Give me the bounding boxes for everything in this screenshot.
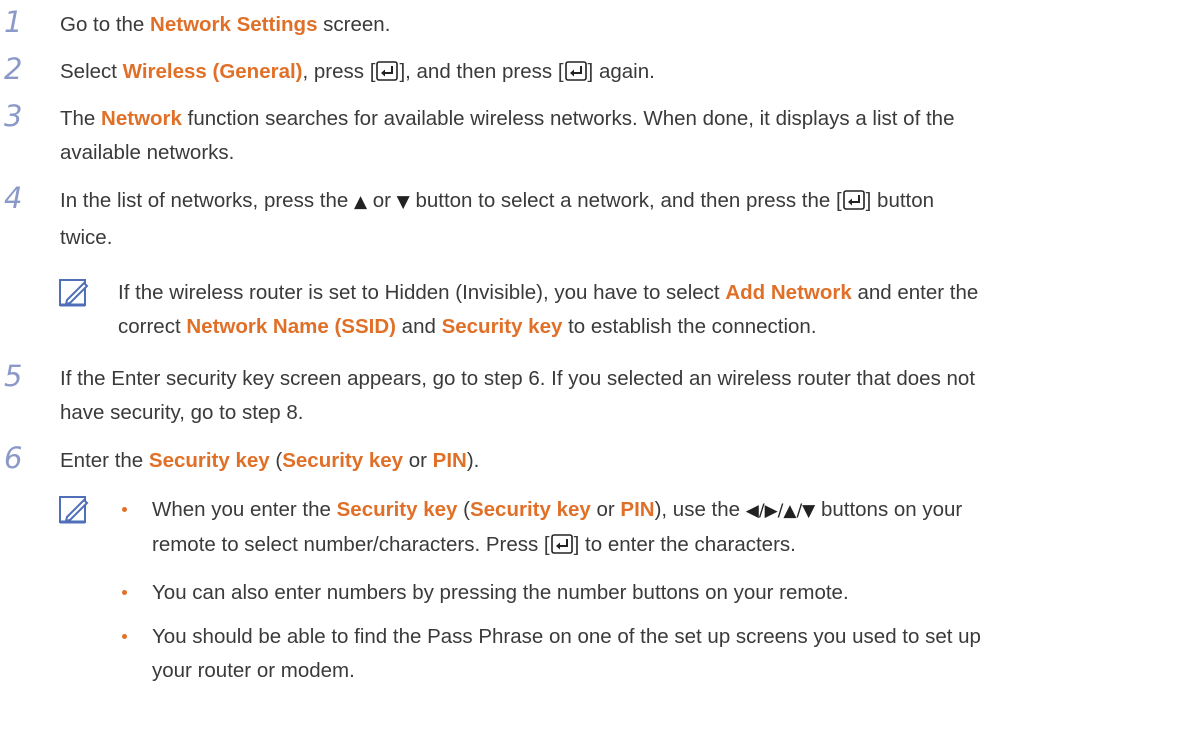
- bullet-text: You can also enter numbers by pressing t…: [152, 581, 849, 604]
- note-pencil-icon: [59, 495, 89, 536]
- step-text: Enter the Security key (Security key or …: [60, 449, 480, 472]
- step-number: 6: [4, 441, 23, 475]
- step-number: 4: [4, 181, 23, 215]
- step-text: If the Enter security key screen appears…: [60, 367, 976, 424]
- step-number: 3: [4, 99, 23, 133]
- step-number: 5: [4, 359, 23, 393]
- up-arrow-icon: ▲: [353, 192, 368, 212]
- bullet-text: You should be able to find the Pass Phra…: [152, 625, 981, 682]
- step-number: 2: [4, 52, 23, 86]
- step-text: Select Wireless (General), press [], and…: [60, 55, 1190, 92]
- note-text: If the wireless router is set to Hidden …: [118, 281, 979, 338]
- bullet-dot: [122, 507, 127, 512]
- bullet-dot: [122, 590, 127, 595]
- step-text: In the list of networks, press the ▲ or …: [60, 187, 935, 249]
- note-pencil-icon: [59, 278, 89, 319]
- step-text: Go to the Network Settings screen.: [60, 13, 391, 36]
- enter-key-icon: [376, 58, 399, 92]
- enter-key-icon: [550, 531, 573, 565]
- step-number: 1: [4, 5, 23, 39]
- direction-arrows-icon: ◀/▶/▲/▼: [745, 501, 816, 521]
- bullet-dot: [122, 634, 127, 639]
- bullet-text: When you enter the Security key (Securit…: [152, 493, 1192, 565]
- enter-key-icon: [842, 187, 865, 221]
- step-text: The Network function searches for availa…: [60, 107, 955, 164]
- enter-key-icon: [564, 58, 587, 92]
- down-arrow-icon: ▼: [396, 192, 410, 212]
